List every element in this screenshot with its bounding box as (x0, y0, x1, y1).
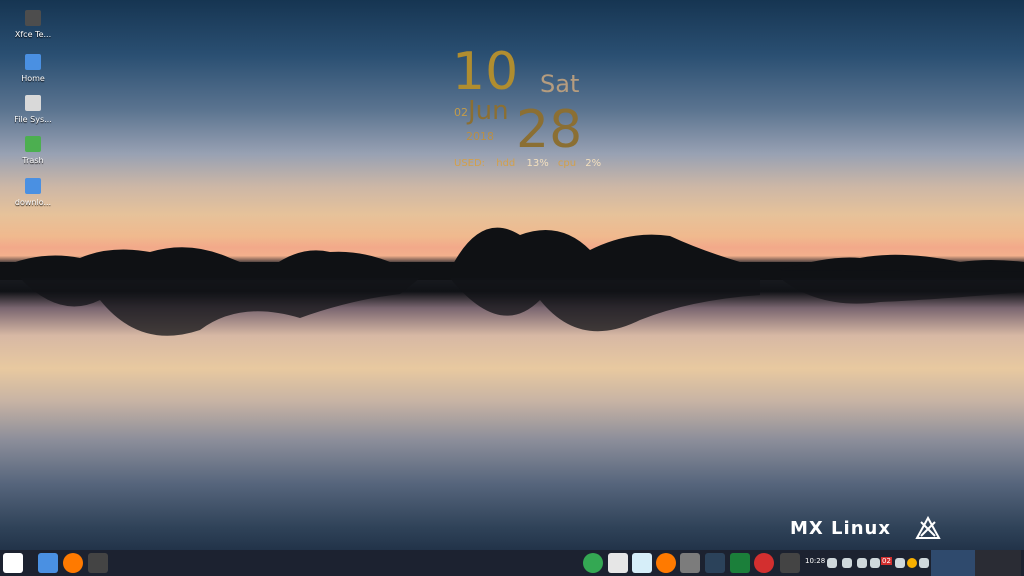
calculator-icon[interactable] (680, 553, 700, 573)
desktop-icon-label: downlo... (14, 198, 52, 207)
hdd-value: 13% (526, 158, 549, 169)
desktop-icon-label: Xfce Te... (14, 30, 52, 39)
taskbar: 10:28 02 (0, 550, 1024, 576)
day-number: 02 (454, 106, 468, 119)
desktop-icon-label: Trash (22, 156, 44, 165)
terminal-task-icon[interactable] (780, 553, 800, 573)
files-icon[interactable] (608, 553, 628, 573)
desktop-icon-label: Home (21, 74, 45, 83)
desktop-icon-trash[interactable]: Trash (8, 136, 58, 165)
usage-label: USED: (454, 158, 486, 169)
desktop-icon-label: File Sys... (14, 115, 52, 124)
notes-icon[interactable] (632, 553, 652, 573)
opera-icon[interactable] (754, 553, 774, 573)
workspace-1[interactable] (931, 550, 975, 576)
mx-logo-mark (915, 515, 941, 539)
weekday: Sat (540, 70, 580, 98)
mx-linux-logo: MX Linux (790, 514, 950, 542)
hdd-label: hdd (496, 158, 516, 169)
conky-widget: 10 Sat 02 Jun 2018 28 USED: hdd 13% cpu … (440, 40, 610, 180)
usage-line: USED: hdd 13% cpu 2% (454, 158, 601, 169)
home-icon (25, 54, 41, 70)
taskbar-clock[interactable]: 10:28 (805, 557, 825, 565)
month-name: Jun (468, 96, 509, 126)
firefox-task-icon[interactable] (656, 553, 676, 573)
clip-icon[interactable] (857, 558, 867, 568)
clock-hour: 10 (452, 42, 519, 102)
mx-menu-icon[interactable] (3, 553, 23, 573)
show-desktop-icon[interactable] (38, 553, 58, 573)
disk-icon (25, 95, 41, 111)
eject-icon[interactable] (919, 558, 929, 568)
folder-icon (25, 178, 41, 194)
chrome-icon[interactable] (583, 553, 603, 573)
package-icon[interactable] (842, 558, 852, 568)
terminal-launcher-icon[interactable] (88, 553, 108, 573)
logo-text: MX Linux (790, 518, 891, 539)
update-icon[interactable] (907, 558, 917, 568)
dropbox-icon[interactable] (827, 558, 837, 568)
desktop-icon-filesystem[interactable]: File Sys... (8, 95, 58, 124)
workspace-2[interactable] (975, 550, 1021, 576)
calendar-badge[interactable]: 02 (881, 557, 892, 565)
trash-icon (25, 136, 41, 152)
terminal-icon (25, 10, 41, 26)
clock-minute: 28 (516, 100, 583, 160)
firefox-icon[interactable] (63, 553, 83, 573)
monitor-icon[interactable] (870, 558, 880, 568)
desktop-icon-downloads[interactable]: downlo... (8, 178, 58, 207)
screenshot-icon[interactable] (705, 553, 725, 573)
desktop-icon-xfce-terminal[interactable]: Xfce Te... (8, 10, 58, 39)
image-icon[interactable] (730, 553, 750, 573)
desktop-icon-home[interactable]: Home (8, 54, 58, 83)
volume-icon[interactable] (895, 558, 905, 568)
cpu-label: cpu (557, 158, 577, 169)
cpu-value: 2% (585, 158, 602, 169)
year: 2018 (466, 130, 494, 143)
